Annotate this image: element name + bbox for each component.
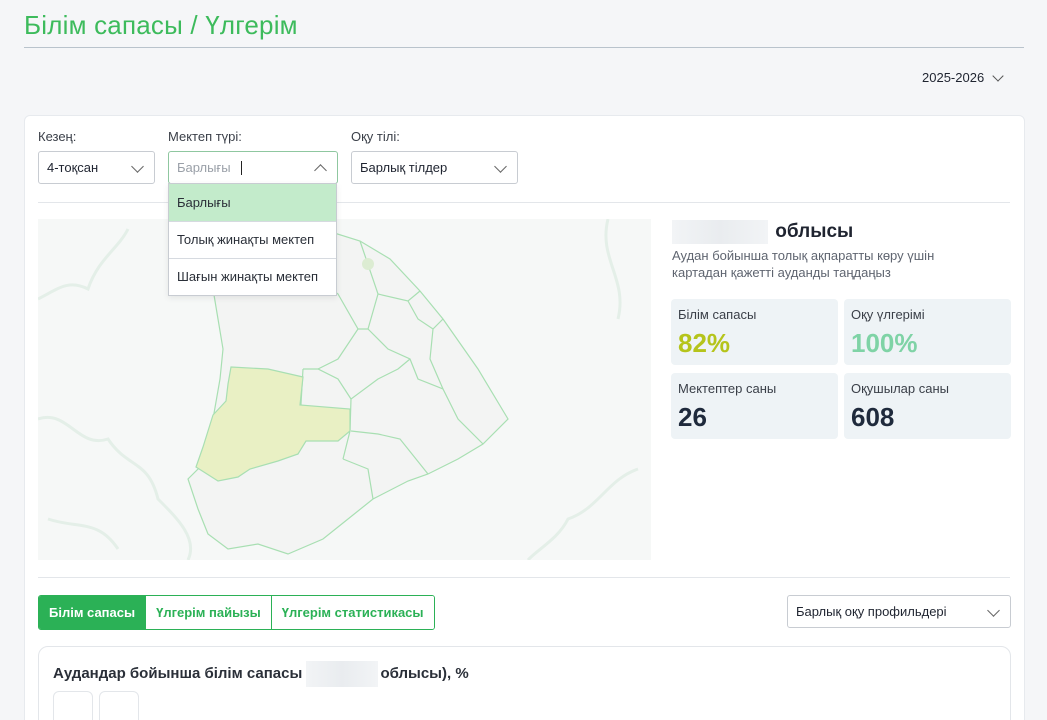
region-map-svg xyxy=(38,219,639,560)
tab-quality[interactable]: Білім сапасы xyxy=(39,596,146,629)
year-select[interactable]: 2025-2026 xyxy=(922,69,1004,85)
school-type-dropdown: Барлығы Толық жинақты мектеп Шағын жинақ… xyxy=(168,183,337,296)
profile-value: Барлық оқу профильдері xyxy=(796,604,947,619)
dropdown-option-full-school[interactable]: Толық жинақты мектеп xyxy=(169,221,336,258)
stat-value: 26 xyxy=(678,402,707,432)
stat-label: Білім сапасы xyxy=(678,307,757,322)
dropdown-option-all[interactable]: Барлығы xyxy=(169,184,336,221)
chart-placeholder-tile xyxy=(53,691,93,720)
chart-placeholder-tile xyxy=(99,691,139,720)
dropdown-option-small-school[interactable]: Шағын жинақты мектеп xyxy=(169,258,336,295)
region-title-suffix: облысы xyxy=(775,221,854,243)
redacted-region-name xyxy=(306,661,379,687)
tab-group: Білім сапасы Үлгерім пайызы Үлгерім стат… xyxy=(38,595,435,630)
region-hint: Аудан бойынша толық ақпаратты көру үшін … xyxy=(672,248,935,280)
region-map[interactable] xyxy=(38,219,651,560)
chevron-up-icon xyxy=(314,164,327,177)
stat-label: Оқушылар саны xyxy=(851,381,949,396)
school-type-label: Мектеп түрі: xyxy=(168,129,242,144)
chart-title: Аудандар бойынша білім сапасы облысы), % xyxy=(53,661,469,687)
map-divider xyxy=(38,577,1010,578)
language-label: Оқу тілі: xyxy=(351,129,400,144)
stat-label: Оқу үлгерімі xyxy=(851,307,925,322)
stat-card-schools: Мектептер саны 26 xyxy=(671,373,838,439)
stat-value: 100% xyxy=(851,328,918,358)
language-value: Барлық тілдер xyxy=(360,160,448,175)
chevron-down-icon xyxy=(992,69,1004,82)
stat-value: 82% xyxy=(678,328,731,358)
period-label: Кезең: xyxy=(38,129,77,144)
chevron-down-icon xyxy=(494,160,507,173)
profile-select[interactable]: Барлық оқу профильдері xyxy=(787,595,1011,628)
school-type-select[interactable]: Барлығы xyxy=(168,151,338,184)
period-value: 4-тоқсан xyxy=(47,160,99,175)
year-value: 2025-2026 xyxy=(922,70,985,85)
stat-card-progress: Оқу үлгерімі 100% xyxy=(844,299,1011,365)
chart-card: Аудандар бойынша білім сапасы облысы), % xyxy=(38,646,1011,720)
text-cursor xyxy=(240,160,242,175)
title-divider xyxy=(24,47,1024,48)
chart-title-prefix: Аудандар бойынша білім сапасы xyxy=(53,664,303,682)
page-title: Білім сапасы / Үлгерім xyxy=(24,10,298,40)
stat-card-quality: Білім сапасы 82% xyxy=(671,299,838,365)
period-select[interactable]: 4-тоқсан xyxy=(38,151,155,184)
stat-label: Мектептер саны xyxy=(678,381,777,396)
redacted-region-name xyxy=(672,220,768,244)
chart-title-suffix: облысы), % xyxy=(380,664,469,682)
stat-value: 608 xyxy=(851,402,895,432)
language-select[interactable]: Барлық тілдер xyxy=(351,151,518,184)
tab-progress-statistics[interactable]: Үлгерім статистикасы xyxy=(270,596,434,629)
chevron-down-icon xyxy=(987,604,1000,617)
tab-progress-percent[interactable]: Үлгерім пайызы xyxy=(145,596,271,629)
stat-card-students: Оқушылар саны 608 xyxy=(844,373,1011,439)
region-title: облысы xyxy=(672,220,853,244)
school-type-placeholder: Барлығы xyxy=(177,160,231,175)
chevron-down-icon xyxy=(131,160,144,173)
